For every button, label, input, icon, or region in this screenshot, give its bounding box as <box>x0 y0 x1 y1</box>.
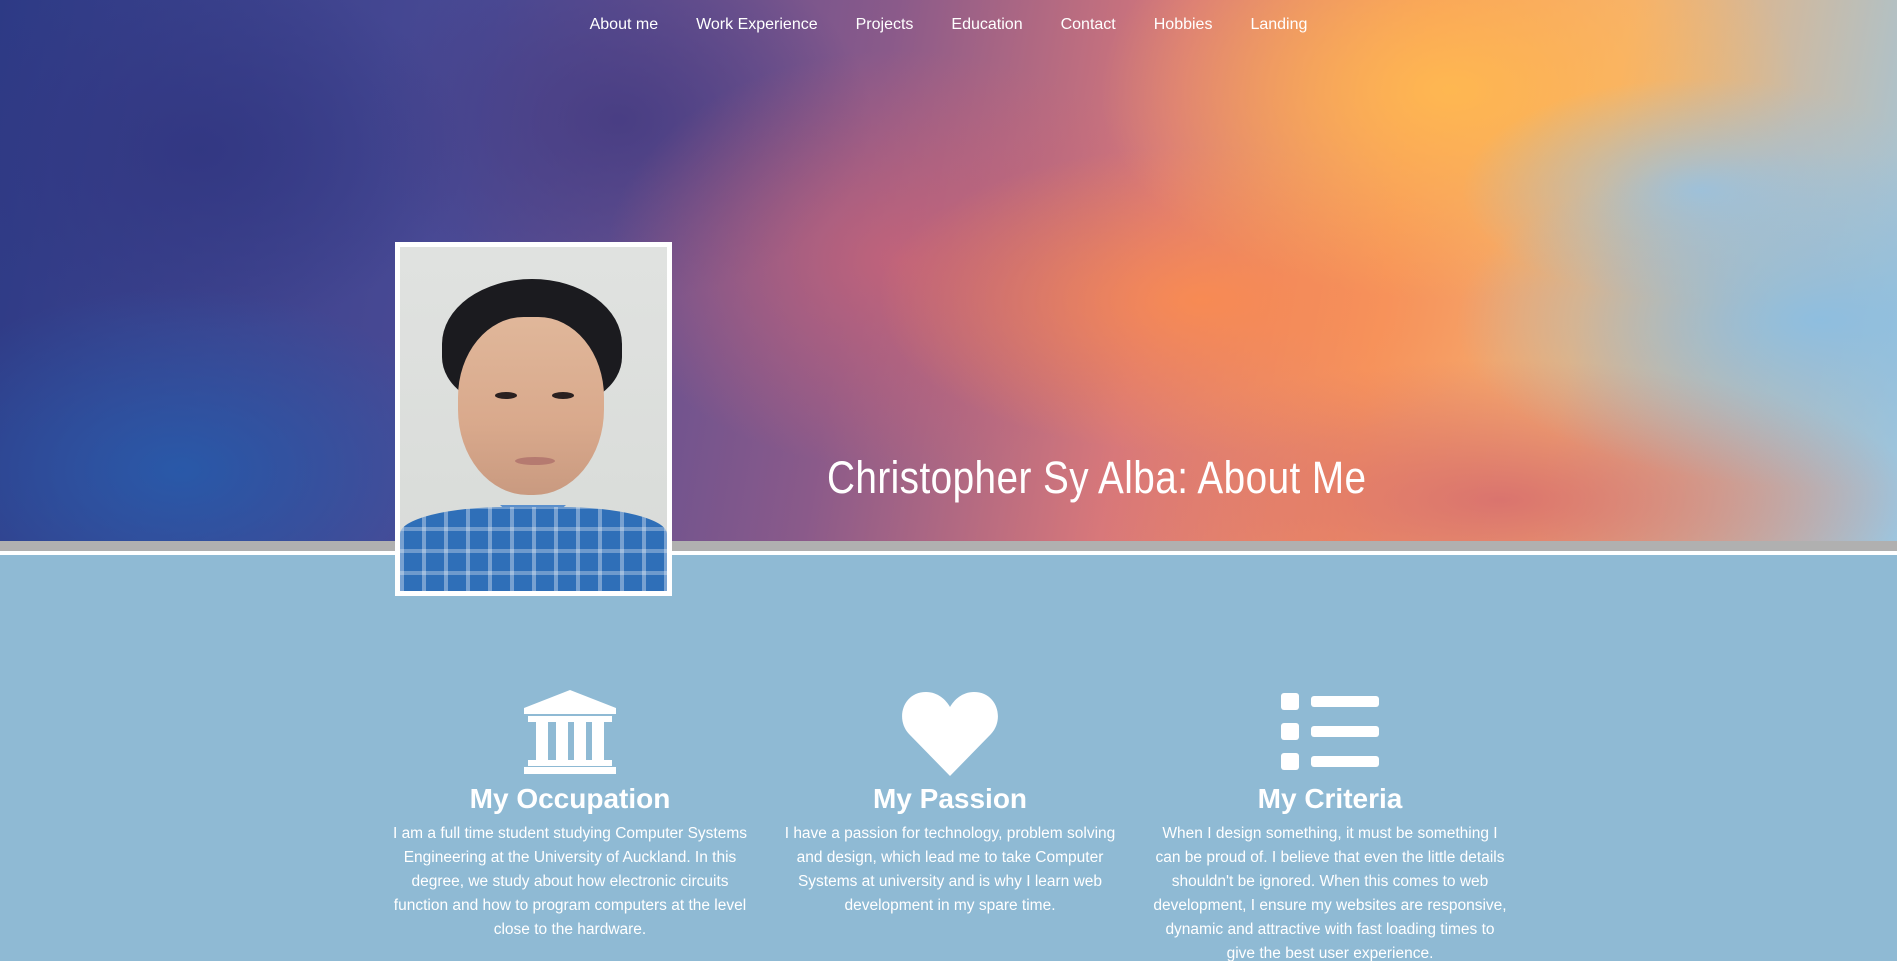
feature-title: My Passion <box>872 783 1028 814</box>
hero-divider-highlight <box>0 551 1897 555</box>
feature-occupation: My Occupation I am a full time student s… <box>380 690 760 961</box>
feature-text: I have a passion for technology, problem… <box>784 825 1116 914</box>
nav-hobbies[interactable]: Hobbies <box>1135 14 1232 36</box>
list-icon <box>1140 690 1520 776</box>
hero-divider <box>0 541 1897 551</box>
feature-text: When I design something, it must be some… <box>1153 825 1507 961</box>
about-features: My Occupation I am a full time student s… <box>380 690 1520 961</box>
feature-title: My Occupation <box>469 783 671 814</box>
nav-work-experience[interactable]: Work Experience <box>677 14 837 36</box>
university-icon <box>380 690 760 776</box>
nav-education[interactable]: Education <box>932 14 1041 36</box>
nav-about-me[interactable]: About me <box>571 14 677 36</box>
heart-icon <box>760 690 1140 776</box>
top-nav: About me Work Experience Projects Educat… <box>0 14 1897 36</box>
feature-passion: My Passion I have a passion for technolo… <box>760 690 1140 961</box>
page-title: Christopher Sy Alba: About Me <box>827 452 1367 503</box>
nav-projects[interactable]: Projects <box>837 14 933 36</box>
profile-photo <box>400 247 667 591</box>
nav-contact[interactable]: Contact <box>1042 14 1135 36</box>
feature-title: My Criteria <box>1257 783 1403 814</box>
feature-text: I am a full time student studying Comput… <box>392 825 748 938</box>
hero-banner: About me Work Experience Projects Educat… <box>0 0 1897 541</box>
profile-photo-frame <box>395 242 672 596</box>
feature-criteria: My Criteria When I design something, it … <box>1140 690 1520 961</box>
nav-landing[interactable]: Landing <box>1231 14 1326 36</box>
